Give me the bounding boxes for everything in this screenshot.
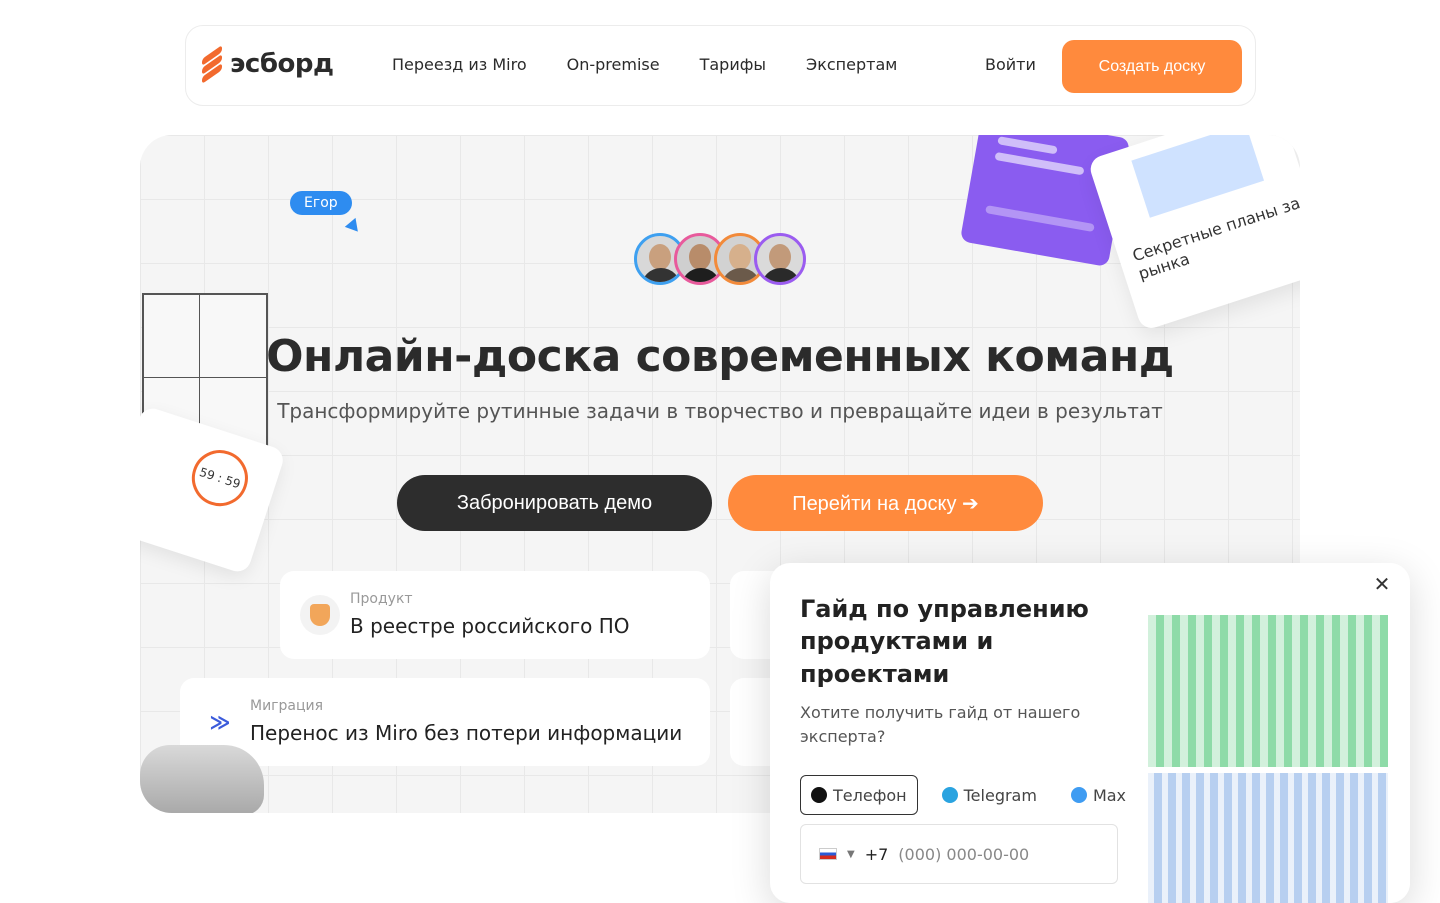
- logo-mark-icon: [200, 44, 226, 85]
- contact-tabs: Телефон Telegram Max: [800, 775, 1136, 815]
- tab-label: Max: [1092, 785, 1127, 805]
- phone-prefix: +7: [864, 844, 889, 864]
- tab-max[interactable]: Max: [1061, 775, 1136, 815]
- cursor-name-tag: Егор: [290, 191, 352, 215]
- feature-kicker: Миграция: [250, 698, 324, 714]
- max-icon: [1070, 787, 1087, 803]
- book-demo-button[interactable]: Забронировать демо: [397, 475, 712, 531]
- avatar: [754, 233, 806, 285]
- decor-board-card: Секретные планы за рынка: [1087, 135, 1300, 332]
- logo[interactable]: эсборд: [200, 44, 334, 85]
- phone-input[interactable]: ▼ +7 (000) 000-00-00: [800, 824, 1118, 884]
- nav-item-pricing[interactable]: Тарифы: [700, 55, 766, 74]
- shield-icon: [300, 595, 340, 635]
- russia-flag-icon: [819, 848, 837, 860]
- decor-cloud: [140, 745, 264, 813]
- phone-placeholder: (000) 000-00-00: [898, 844, 1030, 864]
- feature-text: В реестре российского ПО: [350, 614, 630, 638]
- close-icon[interactable]: ✕: [1370, 573, 1394, 597]
- nav-item-miro[interactable]: Переезд из Miro: [392, 55, 527, 74]
- nav-item-experts[interactable]: Экспертам: [806, 55, 897, 74]
- tab-telegram[interactable]: Telegram: [932, 775, 1047, 815]
- telegram-icon: [941, 787, 958, 803]
- cursor-arrow-icon: [344, 217, 364, 237]
- login-link[interactable]: Войти: [985, 55, 1036, 74]
- go-to-board-button[interactable]: Перейти на доску ➔: [728, 475, 1043, 531]
- timer-ring: 59 : 59: [184, 442, 256, 514]
- chevron-down-icon[interactable]: ▼: [847, 849, 855, 860]
- tab-label: Телефон: [833, 785, 907, 805]
- guide-popup: Гайд по управлению продуктами и проектам…: [770, 563, 1410, 903]
- feature-kicker: Продукт: [350, 591, 413, 607]
- guide-preview-image: [1148, 563, 1410, 903]
- miro-icon: ≫: [200, 702, 240, 742]
- tab-label: Telegram: [963, 785, 1037, 805]
- hero-subtitle: Трансформируйте рутинные задачи в творче…: [277, 399, 1163, 423]
- feature-text: Перенос из Miro без потери информации: [250, 721, 683, 745]
- feature-card-registry: Продукт В реестре российского ПО: [280, 571, 710, 659]
- popup-title: Гайд по управлению продуктами и проектам…: [800, 595, 1089, 688]
- feature-card-migration: ≫ Миграция Перенос из Miro без потери ин…: [180, 678, 710, 766]
- create-board-button[interactable]: Создать доску: [1062, 40, 1242, 93]
- popup-subtitle: Хотите получить гайд от нашего эксперта?: [800, 703, 1081, 746]
- avatar-group: [634, 233, 806, 285]
- logo-text: эсборд: [230, 49, 334, 79]
- phone-icon: [811, 787, 827, 803]
- nav-item-on-premise[interactable]: On-premise: [567, 55, 660, 74]
- site-header: эсборд Переезд из Miro On-premise Тарифы…: [185, 25, 1256, 106]
- main-nav: Переезд из Miro On-premise Тарифы Экспер…: [392, 55, 897, 74]
- hero-title: Онлайн-доска современных команд: [266, 331, 1174, 382]
- tab-phone[interactable]: Телефон: [800, 775, 918, 815]
